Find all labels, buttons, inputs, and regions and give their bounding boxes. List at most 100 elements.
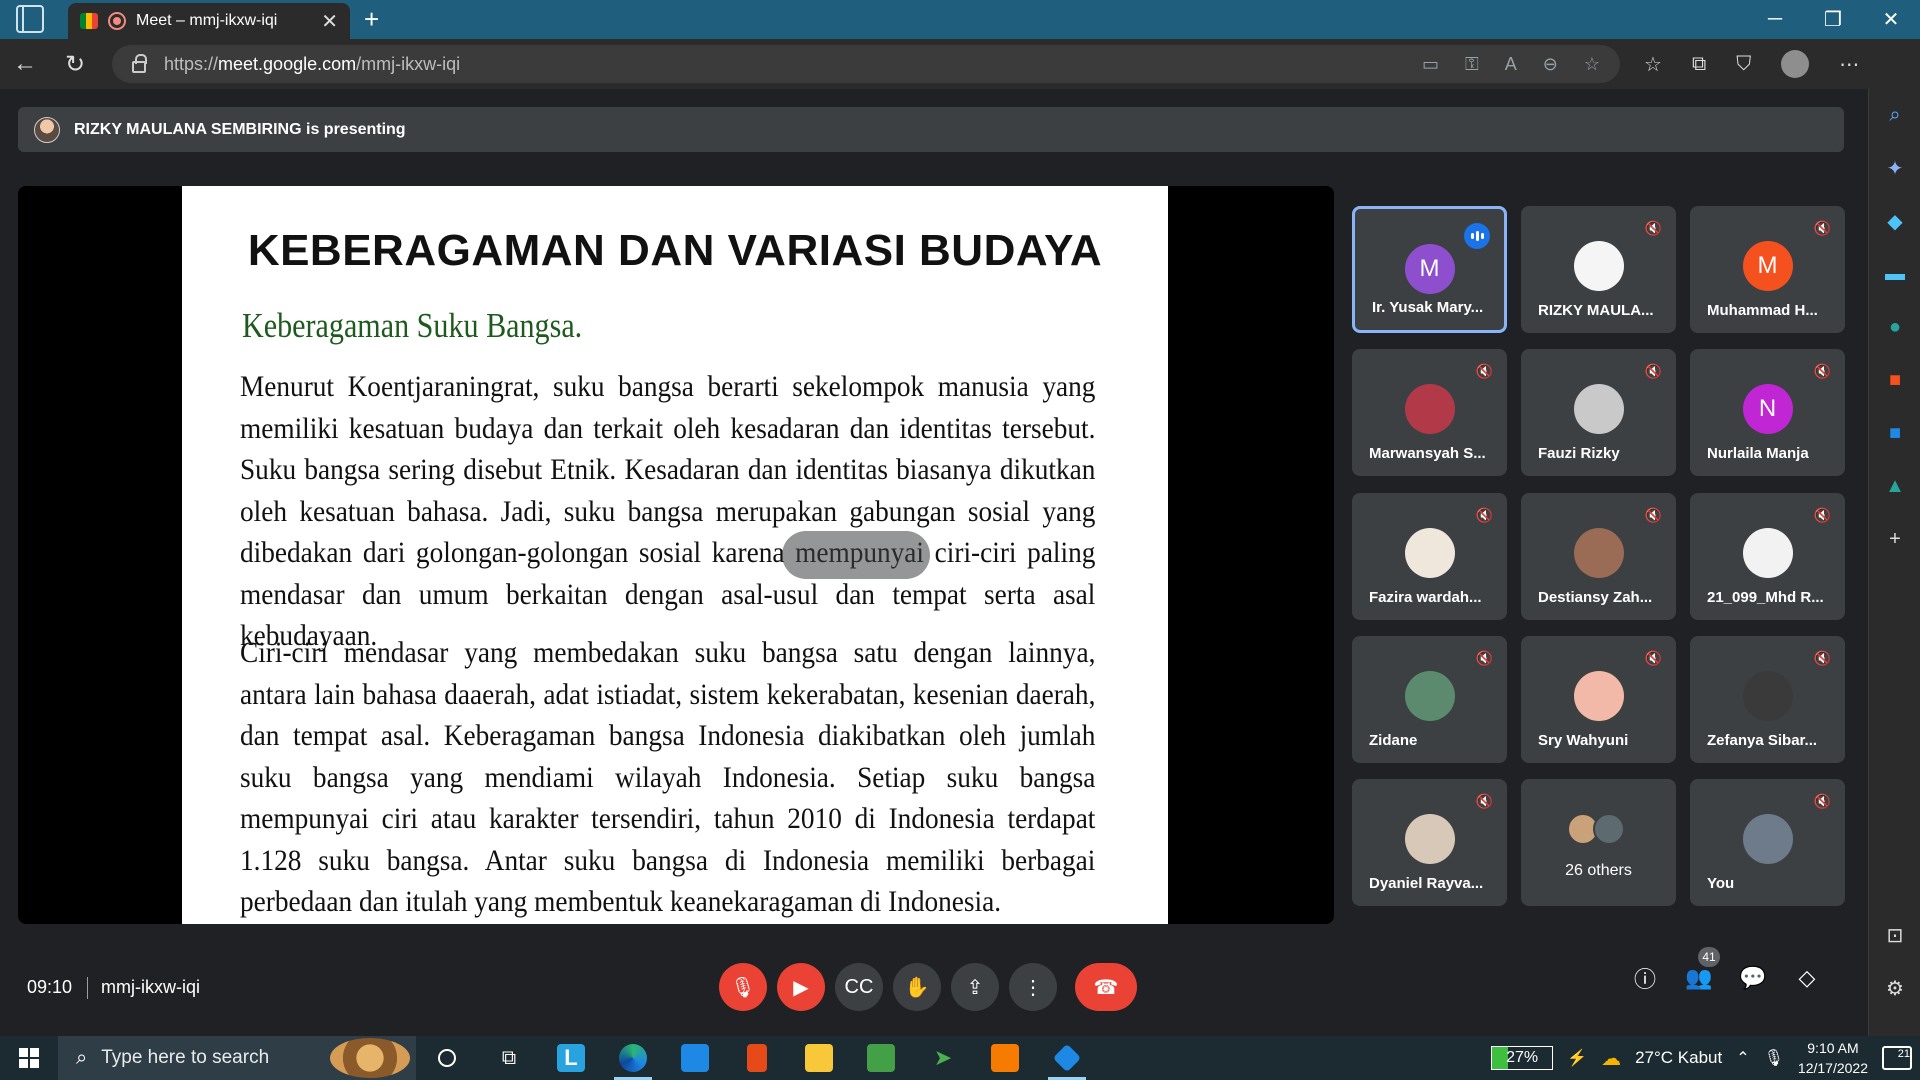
more-options-button[interactable]: ⋮ bbox=[1009, 963, 1057, 1011]
xampp-icon[interactable] bbox=[974, 1036, 1036, 1080]
system-tray: 27% ⚡ ☁ 27°C Kabut ⌃ 🎙 9:10 AM 12/17/202… bbox=[1491, 1038, 1920, 1078]
app-arrow-icon[interactable]: ➤ bbox=[912, 1036, 974, 1080]
others-avatars bbox=[1566, 813, 1631, 847]
raise-hand-button[interactable]: ✋ bbox=[893, 963, 941, 1011]
task-view-icon[interactable]: ⧉ bbox=[478, 1036, 540, 1080]
edge-icon[interactable] bbox=[602, 1036, 664, 1080]
others-tile[interactable]: 26 others bbox=[1521, 779, 1676, 906]
clock[interactable]: 9:10 AM 12/17/2022 bbox=[1798, 1038, 1868, 1078]
back-button[interactable]: ← bbox=[0, 50, 50, 78]
presenter-avatar bbox=[34, 116, 60, 143]
sidebar-settings-icon[interactable]: ⚙ bbox=[1869, 962, 1920, 1015]
games-icon[interactable]: ● bbox=[1869, 301, 1920, 354]
read-aloud-icon[interactable]: A bbox=[1505, 54, 1517, 75]
muted-mic-icon: 🔇 bbox=[1644, 507, 1662, 523]
notification-center-icon[interactable]: 21 bbox=[1882, 1046, 1912, 1070]
close-window-button[interactable]: ✕ bbox=[1862, 7, 1920, 32]
captions-button[interactable]: CC bbox=[835, 963, 883, 1011]
participant-tile[interactable]: 🔇 Fazira wardah... bbox=[1352, 493, 1507, 620]
battery-indicator[interactable]: 27% bbox=[1491, 1046, 1554, 1070]
refresh-button[interactable]: ↻ bbox=[50, 50, 100, 79]
slide-title: KEBERAGAMAN DAN VARIASI BUDAYA bbox=[247, 226, 1103, 275]
profile-avatar[interactable] bbox=[1781, 50, 1810, 78]
participant-avatar bbox=[1404, 528, 1455, 578]
vscode-icon[interactable] bbox=[1036, 1036, 1098, 1080]
participant-tile[interactable]: 🔇 You bbox=[1690, 779, 1845, 906]
collections-icon[interactable]: ⧉ bbox=[1692, 53, 1706, 76]
minimize-button[interactable]: ─ bbox=[1746, 8, 1804, 31]
muted-mic-icon: 🔇 bbox=[1813, 220, 1831, 236]
participant-name: Fazira wardah... bbox=[1369, 589, 1482, 606]
add-favorite-icon[interactable]: ☆ bbox=[1584, 54, 1600, 75]
shopping-icon[interactable]: ◆ bbox=[1869, 195, 1920, 248]
muted-mic-icon: 🔇 bbox=[1813, 507, 1831, 523]
participant-avatar: M bbox=[1404, 244, 1455, 294]
drop-icon[interactable]: ▲ bbox=[1869, 460, 1920, 513]
cortana-icon[interactable] bbox=[416, 1036, 478, 1080]
browser-tab[interactable]: Meet – mmj-ikxw-iqi ✕ bbox=[68, 3, 350, 39]
l-app-icon[interactable]: L bbox=[540, 1036, 602, 1080]
participant-tile[interactable]: 🔇 Zidane bbox=[1352, 636, 1507, 763]
camera-off-button[interactable]: ▶ bbox=[777, 963, 825, 1011]
show-hidden-icons[interactable]: ⌃ bbox=[1736, 1048, 1749, 1068]
participant-tile[interactable]: 🔇 Dyaniel Rayva... bbox=[1352, 779, 1507, 906]
meeting-details-icon[interactable]: ⓘ bbox=[1632, 965, 1658, 992]
mail-icon[interactable] bbox=[664, 1036, 726, 1080]
participant-tile[interactable]: 🔇 Destiansy Zah... bbox=[1521, 493, 1676, 620]
browser-essentials-icon[interactable]: ⛉ bbox=[1736, 53, 1751, 76]
participant-tile[interactable]: 🔇 Marwansyah S... bbox=[1352, 349, 1507, 476]
start-button[interactable] bbox=[0, 1048, 58, 1068]
mic-off-button[interactable]: 🎙 bbox=[719, 963, 767, 1011]
participant-tile[interactable]: M Ir. Yusak Mary... bbox=[1352, 206, 1507, 333]
participant-avatar bbox=[1742, 814, 1793, 864]
muted-mic-icon: 🔇 bbox=[1813, 650, 1831, 666]
present-button[interactable]: ⇪ bbox=[951, 963, 999, 1011]
participant-tile[interactable]: 🔇 Zefanya Sibar... bbox=[1690, 636, 1845, 763]
url-bar[interactable]: https://meet.google.com/mmj-ikxw-iqi ▭ ⚿… bbox=[112, 45, 1620, 83]
taskbar-search[interactable]: ⌕ Type here to search bbox=[58, 1036, 416, 1080]
microphone-icon[interactable]: 🎙 bbox=[1764, 1048, 1784, 1068]
participant-avatar: M bbox=[1742, 241, 1793, 291]
spreadsheet-icon[interactable] bbox=[850, 1036, 912, 1080]
participant-tile[interactable]: 🔇 RIZKY MAULA... bbox=[1521, 206, 1676, 333]
presentation-stage[interactable]: KEBERAGAMAN DAN VARIASI BUDAYA Keberagam… bbox=[18, 186, 1334, 924]
stage-overlay-controls[interactable] bbox=[782, 531, 930, 579]
lock-icon[interactable] bbox=[132, 53, 147, 73]
participant-tile[interactable]: 🔇 21_099_Mhd R... bbox=[1690, 493, 1845, 620]
participant-tile[interactable]: 🔇 Sry Wahyuni bbox=[1521, 636, 1676, 763]
close-tab-icon[interactable]: ✕ bbox=[321, 9, 338, 34]
presenting-banner: RIZKY MAULANA SEMBIRING is presenting bbox=[18, 107, 1844, 152]
participant-avatar bbox=[1573, 528, 1624, 578]
participant-tile[interactable]: M 🔇 Muhammad H... bbox=[1690, 206, 1845, 333]
favorites-icon[interactable]: ☆ bbox=[1644, 52, 1662, 77]
more-menu-icon[interactable]: ⋯ bbox=[1839, 52, 1859, 77]
participant-tile[interactable]: N 🔇 Nurlaila Manja bbox=[1690, 349, 1845, 476]
office-icon[interactable] bbox=[726, 1036, 788, 1080]
muted-mic-icon: 🔇 bbox=[1475, 650, 1493, 666]
participant-avatar bbox=[1573, 671, 1624, 721]
tools-icon[interactable]: ▬ bbox=[1869, 248, 1920, 301]
key-icon[interactable]: ⚿ bbox=[1465, 54, 1479, 75]
outlook-icon[interactable]: ■ bbox=[1869, 407, 1920, 460]
weather-text[interactable]: 27°C Kabut bbox=[1635, 1048, 1722, 1068]
add-sidebar-icon[interactable]: + bbox=[1869, 513, 1920, 566]
copilot-icon[interactable]: ✦ bbox=[1869, 142, 1920, 195]
participant-tile[interactable]: 🔇 Fauzi Rizky bbox=[1521, 349, 1676, 476]
chat-icon[interactable]: 💬 bbox=[1739, 965, 1766, 991]
hide-sidebar-icon[interactable]: ⊡ bbox=[1869, 909, 1920, 962]
office-icon[interactable]: ■ bbox=[1869, 354, 1920, 407]
camera-in-use-icon[interactable]: ▭ bbox=[1422, 54, 1439, 75]
search-icon[interactable]: ⌕ bbox=[1869, 89, 1920, 142]
people-icon[interactable]: 👥 41 bbox=[1685, 947, 1720, 991]
zoom-icon[interactable]: ⊖ bbox=[1543, 54, 1558, 75]
activities-icon[interactable]: ◇ bbox=[1794, 965, 1820, 991]
file-explorer-icon[interactable] bbox=[788, 1036, 850, 1080]
restore-button[interactable]: ❐ bbox=[1804, 7, 1862, 32]
sidebar-toggle-icon[interactable] bbox=[16, 5, 44, 33]
meet-app: RIZKY MAULANA SEMBIRING is presenting KE… bbox=[0, 89, 1868, 1036]
new-tab-button[interactable]: + bbox=[364, 6, 379, 32]
url-text[interactable]: https://meet.google.com/mmj-ikxw-iqi bbox=[164, 54, 460, 75]
leave-call-button[interactable]: ☎ bbox=[1075, 963, 1137, 1011]
browser-title-bar: Meet – mmj-ikxw-iqi ✕ + ─ ❐ ✕ bbox=[0, 0, 1920, 39]
slide-paragraph-2: Ciri-ciri mendasar yang membedakan suku … bbox=[240, 636, 1096, 918]
